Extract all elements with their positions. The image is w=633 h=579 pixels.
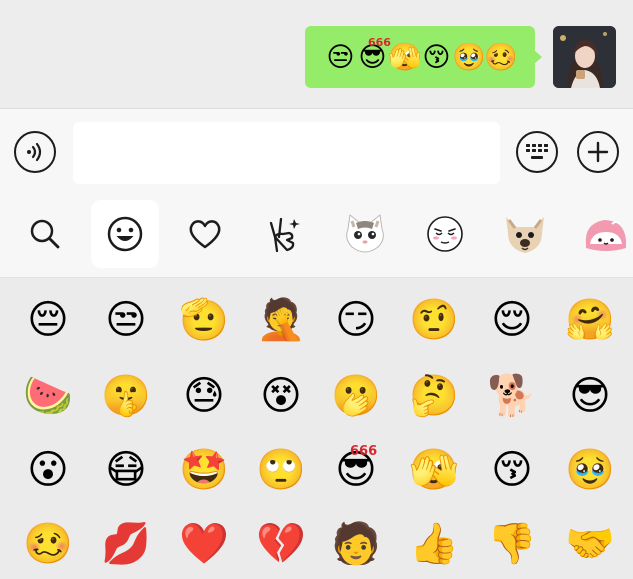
emoji-cell[interactable]: 😌 bbox=[482, 290, 542, 350]
plus-button[interactable] bbox=[577, 131, 619, 173]
tab-dog-sticker[interactable] bbox=[491, 200, 559, 268]
tab-cat-sticker[interactable] bbox=[331, 200, 399, 268]
keyboard-icon bbox=[526, 144, 548, 159]
tab-face-sticker[interactable] bbox=[411, 200, 479, 268]
emoji-cell[interactable]: 🤔 bbox=[404, 366, 464, 426]
emoji-cell[interactable]: 😓 bbox=[174, 366, 234, 426]
message-bubble-tail bbox=[534, 50, 542, 64]
tab-favorites[interactable] bbox=[171, 200, 239, 268]
input-bar bbox=[0, 108, 633, 196]
emoji-cell[interactable]: 🤝 bbox=[560, 514, 620, 574]
emoji-cell[interactable]: 😒 bbox=[96, 290, 156, 350]
avatar[interactable] bbox=[553, 26, 616, 88]
message-emoji: 🥴 bbox=[484, 42, 518, 73]
pink-sticker-icon bbox=[585, 220, 626, 251]
message-emoji: 😚 bbox=[422, 41, 450, 73]
emoji-cell[interactable]: 🫣 bbox=[404, 440, 464, 500]
emoji-cell[interactable]: 🤩 bbox=[174, 440, 234, 500]
emoji-cell[interactable]: 😏 bbox=[326, 290, 386, 350]
voice-button[interactable] bbox=[14, 131, 56, 173]
emoji-category-tabs bbox=[0, 196, 633, 278]
search-icon bbox=[30, 219, 60, 249]
emoji-cell[interactable]: ❤️ bbox=[174, 514, 234, 574]
emoji-cell[interactable]: 🫡 bbox=[174, 290, 234, 350]
face-sticker-icon bbox=[427, 216, 463, 252]
emoji-cell[interactable]: 🤫 bbox=[96, 366, 156, 426]
emoji-grid: 😔 😒 🫡 🤦 😏 🤨 😌 🤗 🍉 🤫 😓 😵 🫢 🤔 🐕 😎 😮 😷 🤩 🙄 😎 🫣 😚 🥹 🥴 💋 ❤️ 💔 🧑 👍 👎 🤝 666 bbox=[0, 278, 633, 579]
tab-smiley[interactable] bbox=[91, 200, 159, 268]
message-badge: 666 bbox=[368, 36, 391, 49]
emoji-cell[interactable]: 💔 bbox=[251, 514, 311, 574]
cat-sticker-icon bbox=[346, 214, 384, 253]
emoji-cell[interactable]: 🥴 bbox=[18, 514, 78, 574]
emoji-cell[interactable]: 😷 bbox=[96, 440, 156, 500]
emoji-badge: 666 bbox=[350, 444, 378, 459]
emoji-cell[interactable]: 🤨 bbox=[404, 290, 464, 350]
message-emoji: 😒 bbox=[326, 41, 354, 73]
chat-area: 😒 😎 🫣 😚 🥹 🥴 666 bbox=[0, 0, 633, 108]
emoji-cell[interactable]: 🤦 bbox=[251, 290, 311, 350]
keyboard-button[interactable] bbox=[516, 131, 558, 173]
emoji-cell[interactable]: 🫢 bbox=[326, 366, 386, 426]
emoji-cell[interactable]: 😵 bbox=[251, 366, 311, 426]
message-emoji: 🫣 bbox=[388, 42, 422, 73]
dog-sticker-icon bbox=[506, 217, 544, 253]
message-emoji: 🥹 bbox=[452, 42, 486, 73]
heart-icon bbox=[189, 220, 221, 249]
emoji-cell[interactable]: 💋 bbox=[96, 514, 156, 574]
emoji-cell[interactable]: 🙄 bbox=[251, 440, 311, 500]
message-input[interactable] bbox=[73, 122, 500, 184]
plus-icon bbox=[587, 141, 609, 163]
victory-hand-icon bbox=[269, 217, 300, 253]
emoji-cell[interactable]: 😎 bbox=[560, 366, 620, 426]
smiley-icon bbox=[107, 216, 143, 252]
emoji-cell[interactable]: 👍 bbox=[404, 514, 464, 574]
tab-gestures[interactable] bbox=[251, 200, 319, 268]
emoji-cell[interactable]: 🍉 bbox=[18, 366, 78, 426]
tab-search[interactable] bbox=[11, 200, 79, 268]
emoji-cell[interactable]: 🐕 bbox=[482, 366, 542, 426]
emoji-cell[interactable]: 🤗 bbox=[560, 290, 620, 350]
voice-icon bbox=[27, 142, 42, 162]
emoji-cell[interactable]: 🧑 bbox=[326, 514, 386, 574]
emoji-cell[interactable]: 😮 bbox=[18, 440, 78, 500]
emoji-cell[interactable]: 🥹 bbox=[560, 440, 620, 500]
emoji-cell[interactable]: 😔 bbox=[18, 290, 78, 350]
emoji-cell[interactable]: 👎 bbox=[482, 514, 542, 574]
tab-pink-sticker[interactable] bbox=[571, 200, 633, 268]
emoji-cell[interactable]: 😚 bbox=[482, 440, 542, 500]
message-bubble[interactable]: 😒 😎 🫣 😚 🥹 🥴 666 bbox=[305, 26, 535, 88]
